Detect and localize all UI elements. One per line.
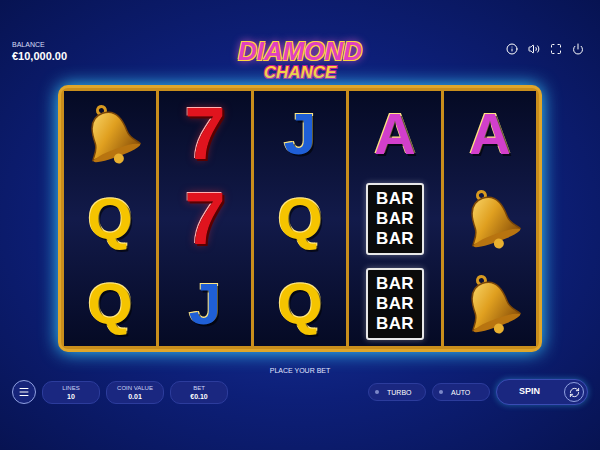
header: BALANCE€10,000.00DIAMONDCHANCE [0,0,600,85]
reel-cell: 7 [159,176,251,261]
reel-cell [64,91,156,176]
bell-icon [459,186,521,252]
reel-cell: Q [254,176,346,261]
letter-symbol: Q [277,190,322,248]
seven-symbol: 7 [184,182,225,256]
reel: 7 7 J [159,91,251,346]
reel: A [444,91,536,346]
toggle-button[interactable]: TURBO [368,383,426,401]
reel: A BARBARBAR BARBARBAR [349,91,441,346]
spin-button[interactable]: SPIN [496,379,588,405]
spin-icon [569,387,580,398]
sound-icon[interactable] [528,43,540,55]
letter-symbol: J [284,105,316,163]
control-bar: LINES10 COIN VALUE0.01 BET€0.10 TURBO AUTO SP… [0,379,600,405]
seven-symbol: 7 [184,97,225,171]
power-icon[interactable] [572,43,584,55]
balance: BALANCE€10,000.00 [12,40,238,63]
letter-symbol: Q [87,275,132,333]
bell-icon [79,101,141,167]
letter-symbol: Q [87,190,132,248]
letter-symbol: A [374,105,416,163]
toggle-dot [439,390,443,394]
logo: DIAMONDCHANCE [238,38,362,81]
toggle-button[interactable]: AUTO [432,383,490,401]
letter-symbol: A [469,105,511,163]
toggle-dot [375,390,379,394]
slot-game: BALANCE€10,000.00DIAMONDCHANCEQQ77JJQQAB… [0,0,600,450]
reel-cell: J [159,261,251,346]
bar-symbol: BARBARBAR [366,268,424,340]
reel-cell: J [254,91,346,176]
reel-cell: Q [254,261,346,346]
control-area: PLACE YOUR BET LINES10 COIN VALUE0.01 BET€0… [0,352,600,450]
bar-symbol: BARBARBAR [366,183,424,255]
info-icon[interactable] [506,43,518,55]
reel-cell [444,261,536,346]
bet-field[interactable]: LINES10 [42,381,100,404]
reel-cell: BARBARBAR [349,176,441,261]
reels: QQ77JJQQABARBARBARBARBARBARA [64,91,536,346]
reel-cell: Q [64,261,156,346]
fullscreen-icon[interactable] [550,43,562,55]
reel-cell: Q [64,176,156,261]
bet-fields: LINES10 COIN VALUE0.01 BET€0.10 [42,381,228,404]
top-icons [362,40,588,55]
reel: QQ [64,91,156,346]
letter-symbol: Q [277,275,322,333]
reel-cell: 7 [159,91,251,176]
menu-button[interactable] [12,380,36,404]
toggles: TURBO AUTO [368,383,490,401]
spin-circle [564,382,584,402]
menu-icon [18,386,30,398]
reel-cell [444,176,536,261]
bet-field[interactable]: COIN VALUE0.01 [106,381,164,404]
bell-icon [459,271,521,337]
reel-cell: A [349,91,441,176]
reel: JQQ [254,91,346,346]
reel-frame: QQ77JJQQABARBARBARBARBARBARA [58,85,542,352]
bet-field[interactable]: BET€0.10 [170,381,228,404]
status-text: PLACE YOUR BET [270,366,331,376]
reel-cell: A [444,91,536,176]
reel-cell: BARBARBAR [349,261,441,346]
letter-symbol: J [189,275,221,333]
